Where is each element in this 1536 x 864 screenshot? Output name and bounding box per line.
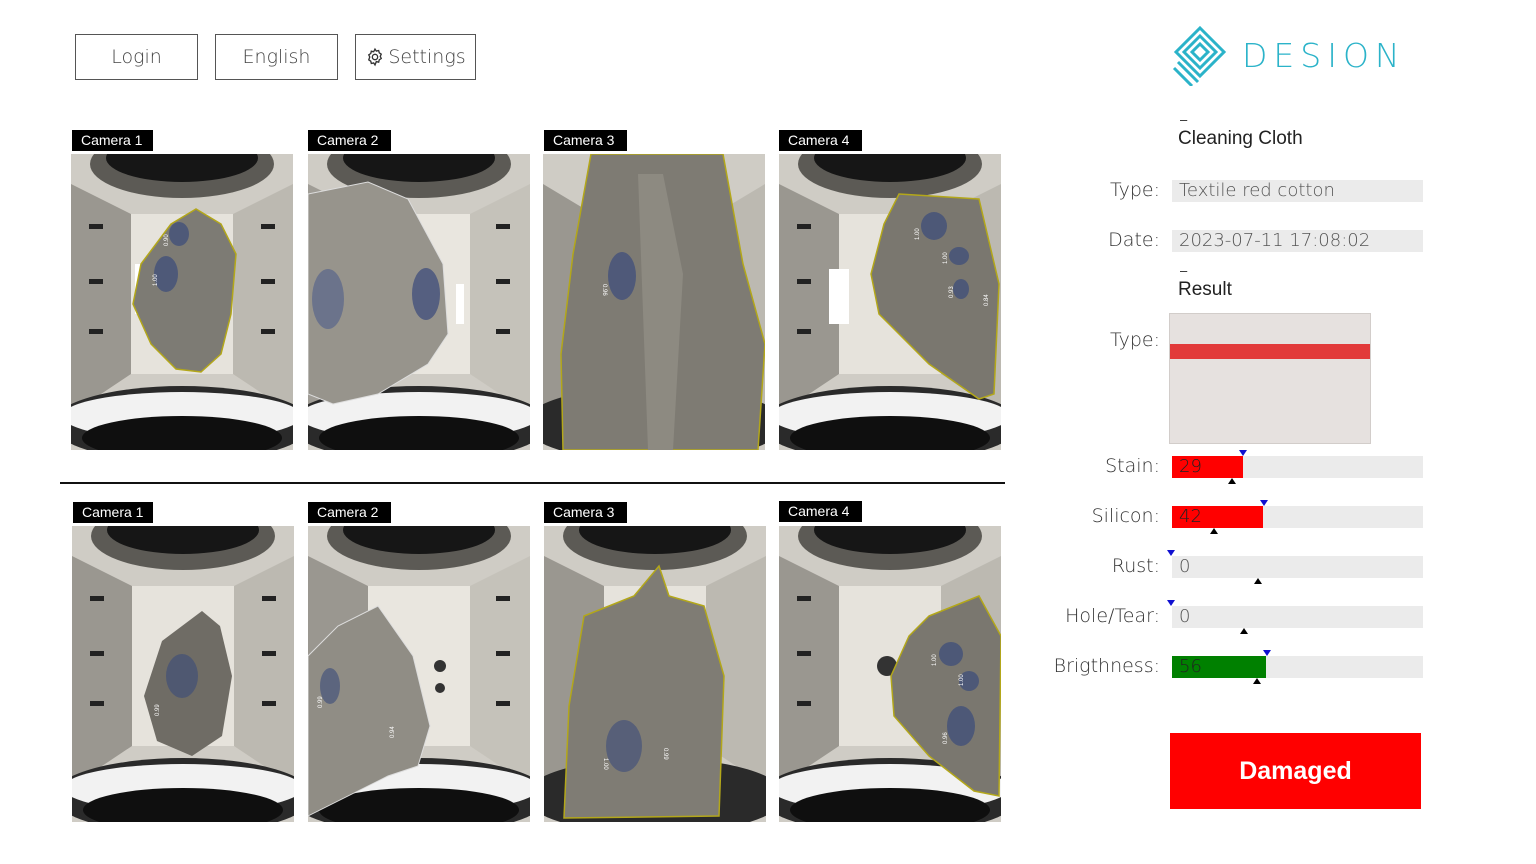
brand-name: DESION bbox=[1242, 35, 1406, 75]
metric-value: 29 bbox=[1179, 456, 1202, 477]
camera-image: 1.00 1.00 0.96 bbox=[779, 526, 1001, 822]
camera-image: 0.99 bbox=[72, 526, 294, 822]
item-title-dash: – bbox=[1180, 112, 1188, 127]
verdict-text: Damaged bbox=[1239, 756, 1352, 785]
metric-label: Silicon: bbox=[1091, 505, 1160, 527]
metric-bar: 42 bbox=[1172, 500, 1423, 534]
camera-image: 1.00 0.99 bbox=[544, 526, 766, 822]
detection-score: 1.00 bbox=[943, 252, 949, 264]
item-title-text: Cleaning Cloth bbox=[1178, 128, 1303, 149]
detection-score: 0.90 bbox=[164, 234, 170, 246]
camera-label: Camera 3 bbox=[544, 130, 627, 151]
detection-score: 1.00 bbox=[932, 654, 938, 666]
camera-label: Camera 1 bbox=[72, 130, 153, 151]
reference-marker-icon bbox=[1254, 578, 1262, 584]
verdict-badge: Damaged bbox=[1170, 733, 1421, 809]
detection-score: 0.84 bbox=[984, 294, 990, 306]
detection-score: 0.99 bbox=[155, 704, 161, 716]
language-button[interactable]: English bbox=[215, 34, 338, 80]
camera-image: 1.00 1.00 0.93 0.84 bbox=[779, 154, 1001, 450]
detection-score: 1.00 bbox=[153, 274, 159, 286]
row-divider bbox=[60, 482, 1005, 484]
type-label: Type: bbox=[1109, 179, 1160, 201]
settings-button[interactable]: Settings bbox=[355, 34, 476, 80]
language-label: English bbox=[242, 46, 311, 68]
camera-image: 0.96 bbox=[543, 154, 765, 450]
date-label: Date: bbox=[1108, 229, 1160, 251]
detection-score: 0.94 bbox=[390, 726, 396, 738]
reference-marker-icon bbox=[1210, 528, 1218, 534]
metric-bar: 0 bbox=[1167, 550, 1423, 584]
result-title-text: Result bbox=[1178, 279, 1232, 300]
metric-value: 42 bbox=[1179, 506, 1202, 527]
detection-score: 1.00 bbox=[602, 758, 608, 770]
metric-bar: 56 bbox=[1172, 650, 1423, 684]
brand-logo: DESION bbox=[1172, 24, 1406, 86]
item-title: – Cleaning Cloth bbox=[1178, 112, 1303, 150]
reference-marker-icon bbox=[1228, 478, 1236, 484]
reference-marker-icon bbox=[1253, 678, 1261, 684]
login-label: Login bbox=[111, 46, 162, 68]
metric-label: Stain: bbox=[1105, 455, 1160, 477]
metric-bar: 29 bbox=[1172, 450, 1423, 484]
detection-score: 0.93 bbox=[949, 286, 955, 298]
gear-icon bbox=[368, 47, 383, 67]
detection-score: 0.99 bbox=[318, 696, 324, 708]
type-value: Textile red cotton bbox=[1172, 180, 1423, 202]
threshold-marker-icon bbox=[1167, 550, 1175, 556]
detection-score: 0.96 bbox=[943, 732, 949, 744]
camera-image: 0.90 1.00 bbox=[71, 154, 293, 450]
detection-score: 1.00 bbox=[915, 228, 921, 240]
camera-label: Camera 1 bbox=[73, 502, 153, 523]
metric-value: 0 bbox=[1179, 606, 1191, 627]
threshold-marker-icon bbox=[1263, 650, 1271, 656]
result-type-label: Type: bbox=[1109, 329, 1160, 351]
threshold-marker-icon bbox=[1260, 500, 1268, 506]
metric-value: 0 bbox=[1179, 556, 1191, 577]
detection-score: 0.96 bbox=[601, 284, 607, 296]
camera-label: Camera 2 bbox=[308, 130, 391, 151]
camera-label: Camera 2 bbox=[308, 502, 391, 523]
settings-label: Settings bbox=[388, 46, 466, 68]
reference-marker-icon bbox=[1240, 628, 1248, 634]
camera-label: Camera 3 bbox=[544, 502, 627, 523]
detection-score: 1.00 bbox=[959, 674, 965, 686]
camera-image bbox=[308, 154, 530, 450]
metric-label: Brigthness: bbox=[1053, 655, 1160, 677]
result-type-image bbox=[1169, 313, 1371, 444]
metric-label: Hole/Tear: bbox=[1065, 605, 1160, 627]
camera-label: Camera 4 bbox=[779, 130, 862, 151]
result-title: – Result bbox=[1178, 263, 1232, 301]
threshold-marker-icon bbox=[1167, 600, 1175, 606]
metric-label: Rust: bbox=[1111, 555, 1160, 577]
logo-mark-icon bbox=[1172, 25, 1227, 86]
camera-label: Camera 4 bbox=[779, 501, 862, 522]
metric-value: 56 bbox=[1179, 656, 1202, 677]
metric-bar: 0 bbox=[1167, 600, 1423, 634]
result-title-dash: – bbox=[1180, 263, 1188, 278]
camera-image: 0.99 0.94 bbox=[308, 526, 530, 822]
date-value: 2023-07-11 17:08:02 bbox=[1172, 230, 1423, 252]
detection-score: 0.99 bbox=[662, 748, 668, 760]
login-button[interactable]: Login bbox=[75, 34, 198, 80]
threshold-marker-icon bbox=[1239, 450, 1247, 456]
